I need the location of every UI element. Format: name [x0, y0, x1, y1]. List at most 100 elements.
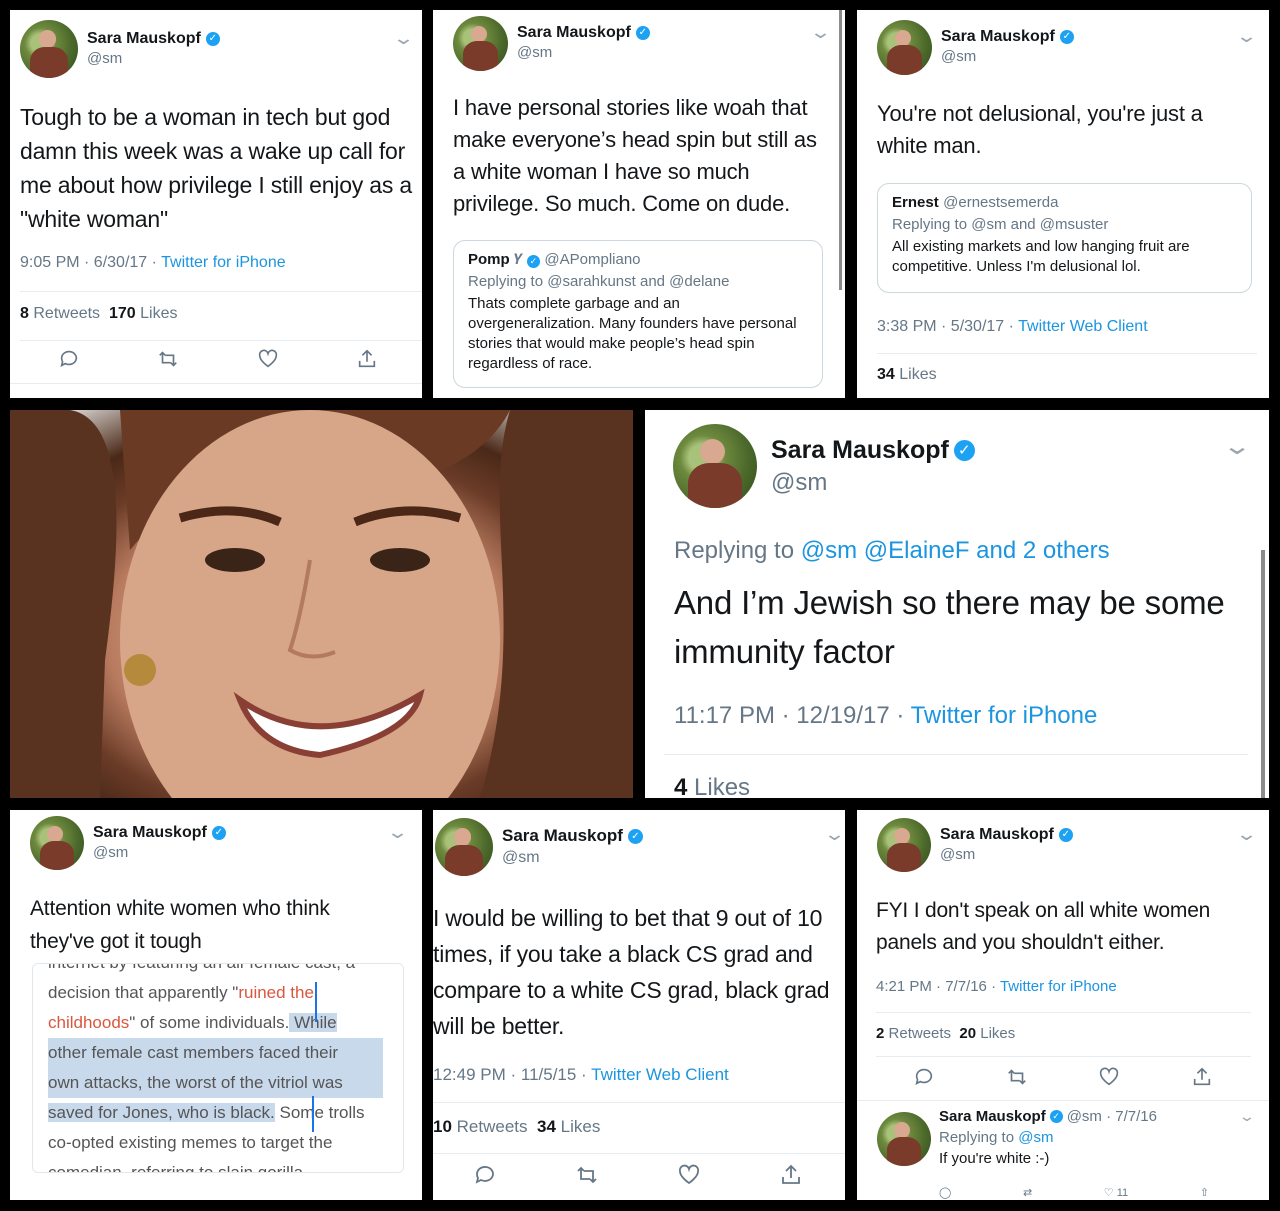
quoted-tweet[interactable]: Ernest @ernestsemerda Replying to @sm an… — [877, 183, 1252, 293]
tweet-text: Attention white women who think they've … — [30, 897, 330, 953]
tweet-text: I would be willing to bet that 9 out of … — [433, 905, 830, 1039]
reply-tweet[interactable]: Sara Mauskopf ✓ @sm · 7/7/16 Replying to @… — [877, 1108, 1257, 1200]
retweet-icon[interactable] — [157, 348, 179, 370]
share-icon[interactable] — [779, 1163, 803, 1187]
reply-mentions[interactable]: @sm @ElaineF and 2 others — [801, 537, 1110, 564]
tweet-actions — [58, 348, 378, 370]
scrollbar[interactable] — [1261, 550, 1265, 798]
source-link[interactable]: Twitter for iPhone — [911, 702, 1098, 729]
source-link[interactable]: Twitter for iPhone — [161, 254, 286, 271]
share-icon[interactable] — [356, 348, 378, 370]
article-link[interactable]: ruined the — [238, 983, 314, 1002]
retweet-icon[interactable] — [575, 1163, 599, 1187]
avatar[interactable] — [877, 818, 931, 872]
author-name[interactable]: Sara Mauskopf — [941, 28, 1055, 46]
author-name[interactable]: Sara Mauskopf — [502, 826, 623, 846]
quoted-author-handle: @APompliano — [544, 251, 641, 268]
chevron-down-icon[interactable]: ⌄ — [1235, 26, 1258, 47]
quoted-author-name: Pomp — [468, 251, 510, 268]
reply-icon[interactable]: ◯ — [939, 1186, 951, 1199]
reply-icon[interactable] — [58, 348, 80, 370]
author-handle[interactable]: @sm — [941, 48, 1074, 65]
divider — [20, 340, 422, 341]
source-link[interactable]: Twitter for iPhone — [1000, 978, 1117, 995]
scrollbar[interactable] — [839, 10, 842, 290]
author-handle[interactable]: @sm — [771, 469, 975, 497]
author-name[interactable]: Sara Mauskopf — [771, 436, 949, 465]
engagement-counts[interactable]: 4 Likes — [674, 774, 750, 798]
share-icon[interactable]: ⇧ — [1200, 1186, 1209, 1199]
selected-text: While — [289, 1013, 337, 1032]
avatar[interactable] — [30, 816, 84, 870]
author-handle[interactable]: @sm — [87, 50, 220, 67]
share-icon[interactable] — [1191, 1066, 1213, 1088]
avatar[interactable] — [673, 424, 757, 508]
avatar[interactable] — [877, 20, 932, 75]
quoted-tweet[interactable]: Pomp 𝒀 ✓ @APompliano Replying to @sarahk… — [453, 240, 823, 388]
engagement-counts[interactable]: 10 Retweets 34 Likes — [433, 1117, 600, 1137]
divider — [876, 1012, 1251, 1013]
chevron-down-icon[interactable]: ⌄ — [1238, 1108, 1256, 1125]
source-link[interactable]: Twitter Web Client — [591, 1065, 729, 1084]
verified-badge-icon: ✓ — [205, 32, 220, 46]
tweet-header: Sara Mauskopf ✓ @sm — [877, 20, 1074, 75]
like-icon[interactable] — [677, 1163, 701, 1187]
author-name[interactable]: Sara Mauskopf — [87, 30, 201, 48]
author-name[interactable]: Sara Mauskopf — [93, 824, 207, 842]
avatar[interactable] — [435, 818, 493, 876]
retweet-icon[interactable]: ⇄ — [1023, 1186, 1032, 1199]
engagement-counts[interactable]: 2 Retweets 20 Likes — [876, 1025, 1015, 1042]
tweet-timestamp[interactable]: 11:17 PM · 12/19/17 · Twitter for iPhone — [674, 702, 1097, 730]
chevron-down-icon[interactable]: ⌄ — [1222, 432, 1252, 461]
chevron-down-icon[interactable]: ⌄ — [386, 822, 409, 843]
author-handle[interactable]: @sm — [502, 849, 643, 867]
quoted-replying-to: Replying to @sm and @msuster — [892, 216, 1109, 233]
selection-handle-start[interactable] — [315, 982, 317, 1022]
verified-badge-icon: ✓ — [627, 828, 643, 844]
article-link[interactable]: childhoods — [48, 1013, 129, 1032]
tweet-header: Sara Mauskopf ✓ @sm — [20, 20, 220, 78]
tweet-timestamp[interactable]: 12:49 PM · 11/5/15 · Twitter Web Client — [433, 1065, 729, 1085]
like-icon[interactable] — [1098, 1066, 1120, 1088]
chevron-down-icon[interactable]: ⌄ — [823, 824, 845, 845]
author-name[interactable]: Sara Mauskopf — [940, 826, 1054, 844]
tweet-timestamp[interactable]: 4:21 PM · 7/7/16 · Twitter for iPhone — [876, 978, 1117, 995]
like-icon[interactable] — [257, 348, 279, 370]
chevron-down-icon[interactable]: ⌄ — [1235, 824, 1258, 845]
selection-handle-end[interactable] — [312, 1096, 314, 1132]
avatar[interactable] — [453, 16, 508, 71]
quoted-text: All existing markets and low hanging fru… — [892, 238, 1190, 275]
author-handle[interactable]: @sm — [940, 846, 1073, 863]
article-line: internet by featuring an all-female cast… — [48, 964, 403, 978]
chevron-down-icon[interactable]: ⌄ — [392, 28, 415, 49]
author-name[interactable]: Sara Mauskopf — [517, 24, 631, 42]
verified-badge-icon: ✓ — [211, 826, 226, 840]
article-screenshot[interactable]: internet by featuring an all-female cast… — [32, 963, 404, 1173]
avatar[interactable] — [20, 20, 78, 78]
article-line: decision that apparently "ruined the — [48, 983, 314, 1002]
source-link[interactable]: Twitter Web Client — [1018, 318, 1148, 335]
engagement-counts[interactable]: 34 Likes — [877, 366, 937, 384]
author-handle-time[interactable]: @sm · 7/7/16 — [1067, 1108, 1157, 1125]
bitcoin-emoji-icon: 𝒀 — [514, 251, 523, 267]
tweet-panel-3: Sara Mauskopf ✓ @sm ⌄ You're not delusion… — [857, 10, 1269, 398]
reply-icon[interactable] — [473, 1163, 497, 1187]
chevron-down-icon[interactable]: ⌄ — [809, 22, 832, 43]
avatar[interactable] — [877, 1112, 931, 1166]
quoted-author-handle: @ernestsemerda — [943, 194, 1059, 211]
reply-icon[interactable] — [913, 1066, 935, 1088]
author-name[interactable]: Sara Mauskopf — [939, 1108, 1046, 1125]
tweet-header: Sara Mauskopf ✓ @sm — [435, 818, 643, 876]
retweet-icon[interactable] — [1006, 1066, 1028, 1088]
tweet-timestamp[interactable]: 3:38 PM · 5/30/17 · Twitter Web Client — [877, 318, 1148, 336]
replying-to[interactable]: Replying to @sm @ElaineF and 2 others — [674, 537, 1110, 565]
tweet-timestamp[interactable]: 9:05 PM · 6/30/17 · Twitter for iPhone — [20, 254, 286, 272]
replying-to[interactable]: Replying to @sm — [939, 1129, 1157, 1146]
like-count: 11 — [1116, 1187, 1129, 1199]
divider — [857, 1100, 1269, 1101]
like-icon[interactable]: ♡ 11 — [1104, 1186, 1128, 1199]
author-handle[interactable]: @sm — [517, 44, 650, 61]
engagement-counts[interactable]: 8 Retweets 170 Likes — [20, 305, 177, 323]
divider — [876, 1056, 1251, 1057]
author-handle[interactable]: @sm — [93, 844, 226, 861]
